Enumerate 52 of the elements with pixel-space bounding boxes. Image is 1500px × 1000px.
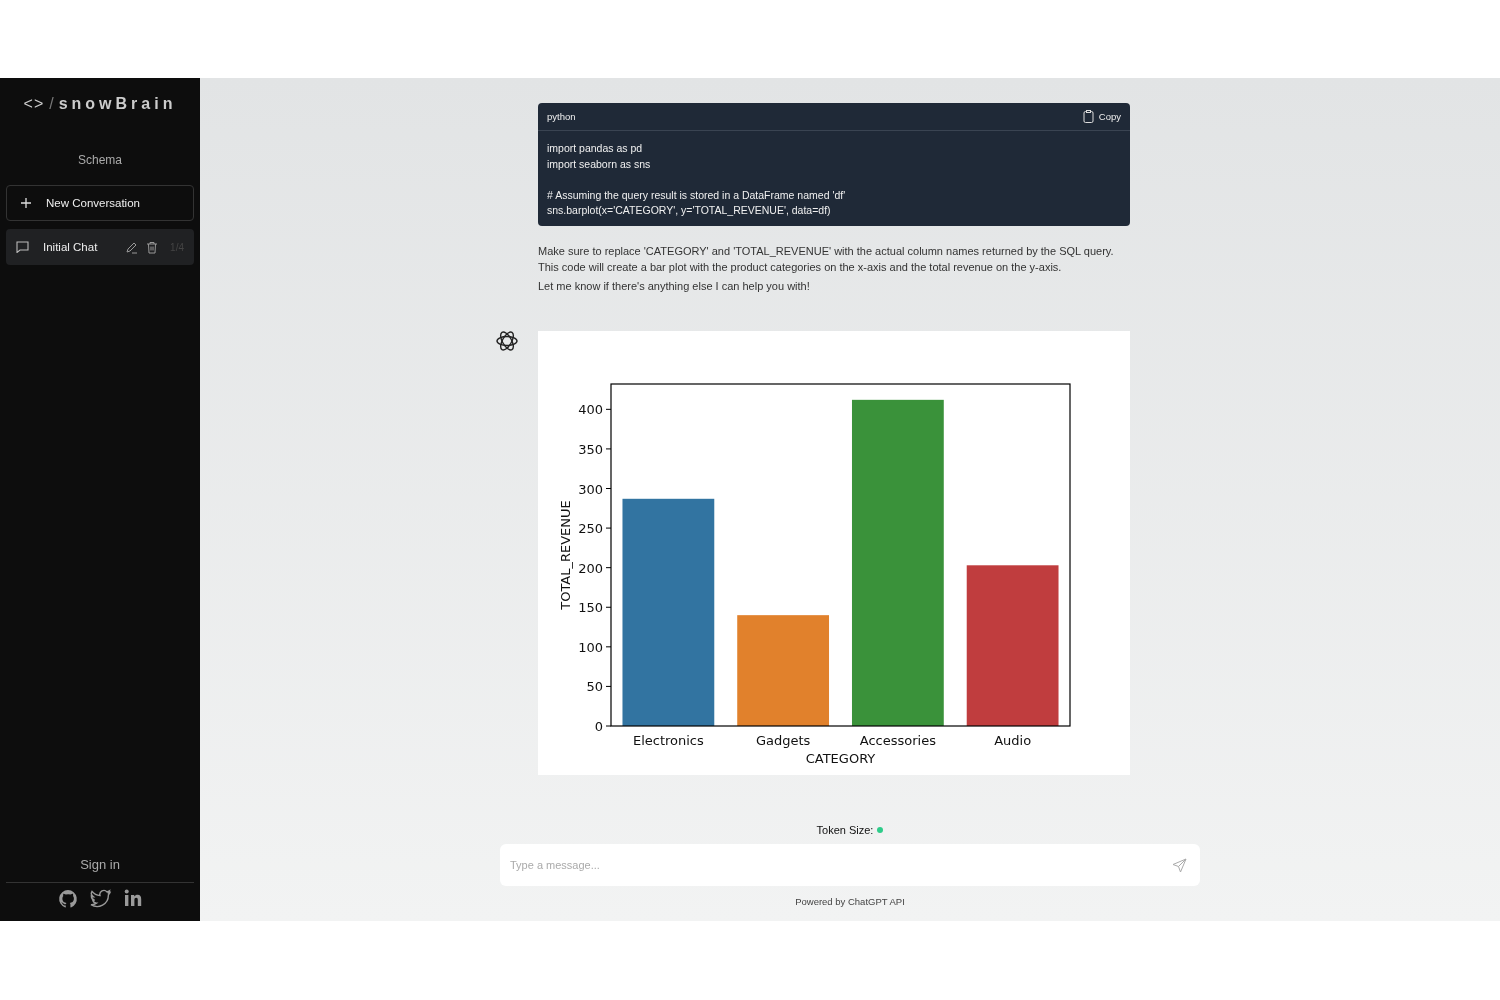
x-tick-label: Audio	[994, 732, 1032, 748]
powered-by-text: Powered by ChatGPT API	[795, 896, 905, 907]
logo-text: snowBrain	[58, 95, 177, 113]
y-tick-label: 250	[578, 520, 603, 536]
logo-symbol: <>	[23, 95, 45, 113]
code-line: sns.barplot(x='CATEGORY', y='TOTAL_REVENUE', data=df)	[547, 204, 831, 217]
token-size-label: Token Size:	[816, 824, 874, 836]
x-tick-label: Gadgets	[755, 732, 811, 748]
new-conversation-button[interactable]: New Conversation	[6, 185, 194, 221]
y-tick-label: 0	[594, 718, 603, 734]
assistant-avatar-icon	[495, 328, 519, 353]
code-language: python	[547, 111, 576, 122]
y-tick-label: 300	[578, 481, 603, 497]
message-input[interactable]: Type a message...	[500, 844, 1200, 886]
tick-mark	[605, 725, 612, 727]
message-text: Make sure to replace 'CATEGORY' and 'TOTAL_REVENUE' with the actual column names returned by the SQL query. This code will create a bar plot with the product categories on the x-axis and the total revenue on the y-axis.	[538, 243, 1115, 275]
conversation-title: Initial Chat	[43, 241, 99, 253]
tick-mark	[605, 527, 612, 529]
pencil-icon[interactable]	[125, 240, 139, 254]
y-tick-label: 200	[578, 560, 603, 576]
x-tick-label: Electronics	[632, 732, 704, 748]
y-tick-label: 150	[578, 600, 603, 615]
message-text: Let me know if there's anything else I can help you with!	[538, 279, 811, 295]
tick-mark	[605, 685, 612, 687]
code-line: # Assuming the query result is stored in a DataFrame named 'df'	[547, 188, 846, 201]
tick-mark	[605, 408, 612, 410]
code-line: import pandas as pd	[547, 142, 643, 154]
x-axis-title: CATEGORY	[805, 750, 876, 766]
x-tick-label: Accessories	[859, 732, 936, 748]
copy-button[interactable]: Copy	[1082, 110, 1121, 123]
y-tick-label: 100	[578, 639, 603, 655]
bird-icon[interactable]	[89, 889, 112, 909]
logo-slash: /	[49, 95, 54, 113]
trash-icon[interactable]	[146, 240, 159, 254]
tick-mark	[605, 566, 612, 568]
github-icon[interactable]	[57, 889, 78, 909]
linkedin-icon[interactable]	[123, 889, 143, 907]
chat-bubble-icon	[16, 241, 29, 253]
code-line: import seaborn as sns	[547, 157, 651, 170]
y-tick-label: 350	[578, 441, 603, 457]
plus-icon	[20, 197, 32, 209]
tick-mark	[605, 487, 612, 489]
status-dot	[877, 827, 884, 833]
tick-mark	[605, 646, 612, 648]
y-tick-label: 50	[586, 679, 603, 695]
y-tick-label: 400	[578, 402, 603, 418]
clipboard-icon	[1082, 110, 1094, 123]
tick-mark	[605, 448, 612, 450]
sign-in-link[interactable]: Sign in	[80, 857, 120, 872]
schema-link[interactable]: Schema	[78, 153, 122, 167]
y-axis-title: TOTAL_REVENUE	[558, 499, 573, 610]
tick-mark	[605, 606, 612, 608]
